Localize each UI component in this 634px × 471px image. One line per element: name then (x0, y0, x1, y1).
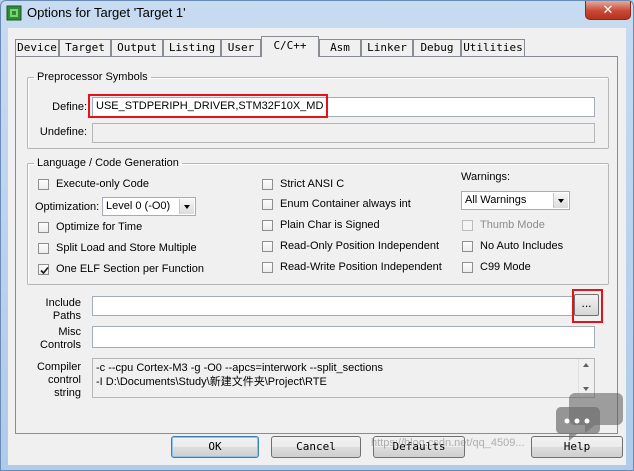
chevron-down-icon (179, 199, 194, 214)
c99-mode-checkbox[interactable] (462, 262, 473, 273)
plain-char-checkbox[interactable] (262, 220, 273, 231)
no-auto-includes-label: No Auto Includes (480, 240, 564, 252)
readwrite-pi-label: Read-Write Position Independent (280, 261, 442, 273)
preprocessor-symbols-title: Preprocessor Symbols (37, 71, 148, 83)
optimization-value: Level 0 (-O0) (106, 200, 171, 212)
define-label: Define: (52, 101, 87, 113)
title-bar[interactable]: Options for Target 'Target 1' ✕ (1, 1, 633, 27)
readwrite-pi-checkbox[interactable] (262, 262, 273, 273)
undefine-label: Undefine: (39, 126, 87, 138)
tab-asm[interactable]: Asm (319, 39, 361, 56)
optimization-select[interactable]: Level 0 (-O0) (102, 197, 196, 216)
checkmark-icon (40, 266, 49, 275)
cancel-button[interactable]: Cancel (271, 436, 361, 458)
tab-device[interactable]: Device (15, 39, 59, 56)
optimize-time-checkbox[interactable] (38, 222, 49, 233)
optimization-label: Optimization: (35, 201, 100, 213)
scroll-up-icon (583, 363, 589, 367)
readonly-pi-label: Read-Only Position Independent (280, 240, 439, 252)
close-icon: ✕ (602, 2, 614, 17)
thumb-mode-checkbox (462, 220, 473, 231)
undefine-input[interactable] (92, 123, 595, 143)
plain-char-label: Plain Char is Signed (280, 219, 380, 231)
watermark-text: https://blog.csdn.net/qq_4509... (371, 437, 525, 449)
ok-button[interactable]: OK (171, 436, 259, 458)
readonly-pi-checkbox[interactable] (262, 241, 273, 252)
one-elf-checkbox[interactable] (38, 264, 49, 275)
tab-user[interactable]: User (221, 39, 261, 56)
split-load-label: Split Load and Store Multiple (56, 242, 197, 254)
warnings-select[interactable]: All Warnings (461, 191, 570, 210)
warnings-value: All Warnings (465, 194, 527, 206)
tab-strip: Device Target Output Listing User C/C++ … (15, 36, 620, 58)
warnings-label: Warnings: (461, 171, 511, 183)
define-input[interactable]: USE_STDPERIPH_DRIVER,STM32F10X_MD (92, 97, 595, 117)
tab-output[interactable]: Output (111, 39, 163, 56)
enum-container-checkbox[interactable] (262, 199, 273, 210)
optimize-time-label: Optimize for Time (56, 221, 143, 233)
tab-linker[interactable]: Linker (361, 39, 413, 56)
tab-target[interactable]: Target (59, 39, 111, 56)
keil-app-icon (6, 5, 22, 21)
language-codegen-title: Language / Code Generation (37, 157, 179, 169)
misc-controls-label: Misc Controls (40, 326, 81, 351)
no-auto-includes-checkbox[interactable] (462, 241, 473, 252)
strict-ansi-checkbox[interactable] (262, 179, 273, 190)
include-paths-label: Include Paths (45, 297, 81, 322)
close-button[interactable]: ✕ (585, 1, 631, 20)
tab-c-cpp[interactable]: C/C++ (261, 36, 319, 57)
enum-container-label: Enum Container always int (280, 198, 411, 210)
thumb-mode-label: Thumb Mode (480, 219, 545, 231)
execute-only-label: Execute-only Code (56, 178, 149, 190)
chevron-down-icon (553, 193, 568, 208)
tab-utilities[interactable]: Utilities (461, 39, 525, 56)
include-paths-browse-button[interactable]: ... (574, 294, 599, 316)
c99-mode-label: C99 Mode (480, 261, 531, 273)
window-title: Options for Target 'Target 1' (27, 5, 186, 20)
include-paths-input[interactable] (92, 296, 573, 316)
tab-debug[interactable]: Debug (413, 39, 461, 56)
split-load-checkbox[interactable] (38, 243, 49, 254)
misc-controls-input[interactable] (92, 326, 595, 348)
options-dialog: Options for Target 'Target 1' ✕ Device T… (0, 0, 634, 471)
ellipsis-icon: ... (581, 296, 592, 310)
chat-bubble-icon (556, 393, 623, 441)
strict-ansi-label: Strict ANSI C (280, 178, 345, 190)
tab-listing[interactable]: Listing (163, 39, 221, 56)
execute-only-checkbox[interactable] (38, 179, 49, 190)
one-elf-label: One ELF Section per Function (56, 263, 204, 275)
compiler-control-string: -c --cpu Cortex-M3 -g -O0 --apcs=interwo… (92, 358, 595, 398)
compiler-control-label: Compiler control string (36, 361, 81, 399)
